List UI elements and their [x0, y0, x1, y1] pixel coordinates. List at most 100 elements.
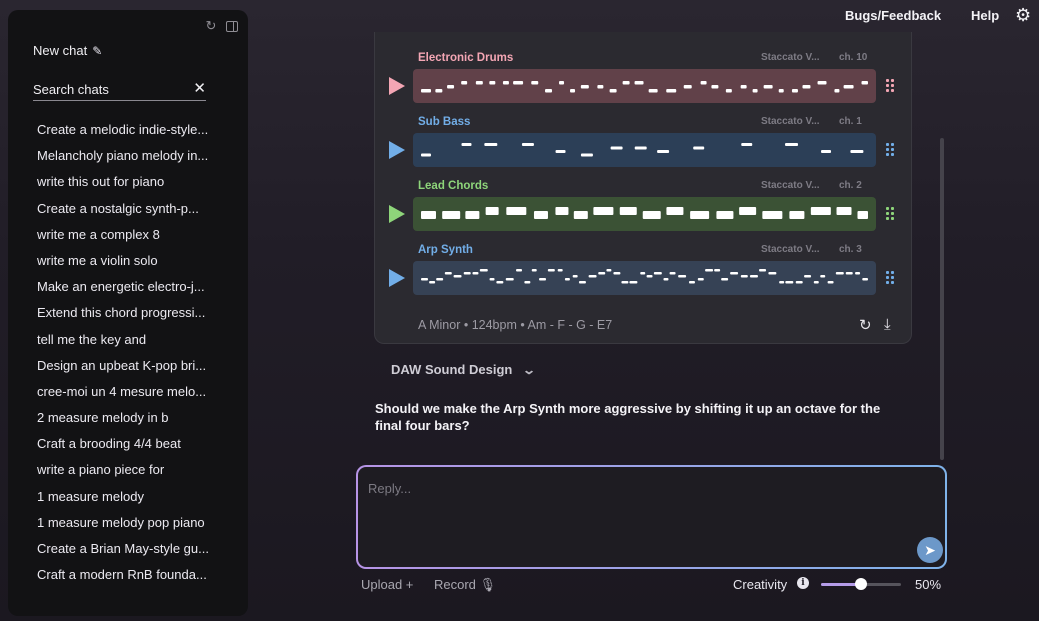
drag-dot	[886, 281, 889, 284]
midi-note	[613, 272, 621, 275]
record-button[interactable]: Record 🎙	[434, 577, 496, 593]
track-instrument[interactable]: Staccato V...	[761, 180, 820, 191]
midi-note	[453, 275, 462, 278]
drag-dot	[891, 271, 894, 274]
midi-note	[740, 275, 748, 278]
refresh-icon[interactable]: ↻	[204, 19, 218, 33]
midi-note	[648, 89, 658, 93]
bugs-feedback-link[interactable]: Bugs/Feedback	[845, 8, 941, 23]
midi-note	[580, 85, 589, 89]
midi-note	[721, 278, 729, 281]
midi-note	[666, 89, 677, 93]
midi-note	[502, 81, 509, 85]
piano-roll[interactable]	[413, 133, 876, 167]
regenerate-icon[interactable]: ↻	[859, 316, 872, 334]
play-icon[interactable]	[389, 141, 405, 159]
chat-history-item[interactable]: 1 measure melody	[37, 488, 212, 514]
midi-note	[810, 207, 831, 215]
midi-note	[472, 272, 479, 275]
drag-handle-icon[interactable]	[886, 143, 895, 156]
drag-handle-icon[interactable]	[886, 207, 895, 220]
midi-note	[678, 275, 687, 278]
chat-history-item[interactable]: Create a Brian May-style gu...	[37, 540, 212, 566]
chat-history-item[interactable]: tell me the key and	[37, 331, 212, 357]
midi-note	[436, 278, 444, 281]
drag-handle-icon[interactable]	[886, 79, 895, 92]
creativity-value: 50%	[915, 577, 942, 592]
midi-note	[802, 85, 811, 89]
chat-history-item[interactable]: Create a melodic indie-style...	[37, 121, 212, 147]
midi-note	[521, 143, 534, 146]
midi-note	[609, 89, 617, 93]
chat-history-list: Create a melodic indie-style... Melanchol…	[37, 121, 212, 592]
clear-search-icon[interactable]: ✕	[193, 80, 206, 98]
chat-history-item[interactable]: 2 measure melody in b	[37, 409, 212, 435]
send-button[interactable]: ➤	[917, 537, 943, 563]
reply-input[interactable]	[368, 481, 908, 561]
chat-history-item[interactable]: write this out for piano	[37, 173, 212, 199]
chat-history-item[interactable]: write me a violin solo	[37, 252, 212, 278]
midi-note	[759, 269, 767, 272]
piano-roll[interactable]	[413, 197, 876, 231]
chat-history-item[interactable]: 1 measure melody pop piano	[37, 514, 212, 540]
midi-note	[795, 281, 803, 284]
slider-thumb[interactable]	[855, 578, 867, 590]
midi-note	[861, 81, 868, 85]
chat-history-item[interactable]: Make an energetic electro-j...	[37, 278, 212, 304]
midi-note	[570, 89, 576, 93]
drag-dot	[886, 148, 889, 151]
search-chats-input[interactable]	[33, 80, 183, 98]
settings-gear-icon[interactable]: ⚙	[1015, 5, 1031, 26]
info-icon[interactable]: i	[797, 577, 809, 589]
drag-dot	[891, 89, 894, 92]
track-row: Lead Chords Staccato V... ch. 2	[375, 180, 913, 240]
play-icon[interactable]	[389, 205, 405, 223]
chat-history-item[interactable]: cree-moi un 4 mesure melo...	[37, 383, 212, 409]
play-icon[interactable]	[389, 269, 405, 287]
midi-note	[762, 211, 783, 219]
track-instrument[interactable]: Staccato V...	[761, 52, 820, 63]
song-info: A Minor • 124bpm • Am - F - G - E7	[418, 318, 613, 332]
track-instrument[interactable]: Staccato V...	[761, 244, 820, 255]
midi-note	[573, 211, 588, 219]
chat-history-item[interactable]: Melancholy piano melody in...	[37, 147, 212, 173]
drag-handle-icon[interactable]	[886, 271, 895, 284]
midi-note	[730, 272, 739, 275]
daw-sound-design-expander[interactable]: DAW Sound Design ⌄	[391, 362, 537, 377]
help-link[interactable]: Help	[971, 8, 999, 23]
chat-history-item[interactable]: Craft a modern RnB founda...	[37, 566, 212, 592]
midi-note	[716, 211, 734, 219]
chat-scrollbar[interactable]	[940, 138, 944, 460]
download-icon[interactable]: ⤓	[884, 316, 891, 333]
midi-note	[857, 211, 868, 219]
midi-note	[531, 81, 539, 85]
drag-dot	[891, 84, 894, 87]
midi-note	[845, 272, 853, 275]
midi-note	[516, 269, 523, 272]
drag-dot	[886, 217, 889, 220]
upload-button[interactable]: Upload +	[361, 577, 413, 592]
midi-note	[789, 211, 805, 219]
play-icon[interactable]	[389, 77, 405, 95]
midi-note	[531, 269, 537, 272]
track-instrument[interactable]: Staccato V...	[761, 116, 820, 127]
midi-note	[421, 211, 436, 219]
chevron-down-icon: ⌄	[522, 362, 537, 377]
midi-note	[506, 207, 527, 215]
chat-history-item[interactable]: Extend this chord progressi...	[37, 304, 212, 330]
creativity-slider[interactable]	[821, 578, 901, 590]
drag-dot	[886, 89, 889, 92]
expander-label: DAW Sound Design	[391, 362, 513, 377]
toggle-sidebar-icon[interactable]	[226, 21, 238, 32]
new-chat-button[interactable]: New chat ✎	[33, 43, 102, 58]
piano-roll[interactable]	[413, 261, 876, 295]
piano-roll[interactable]	[413, 69, 876, 103]
midi-note	[461, 81, 468, 85]
chat-history-item[interactable]: Craft a brooding 4/4 beat	[37, 435, 212, 461]
chat-history-item[interactable]: Design an upbeat K-pop bri...	[37, 357, 212, 383]
drag-dot	[891, 276, 894, 279]
chat-history-item[interactable]: write me a complex 8	[37, 226, 212, 252]
chat-history-item[interactable]: write a piano piece for	[37, 461, 212, 487]
search-chats: ✕	[33, 80, 206, 101]
chat-history-item[interactable]: Create a nostalgic synth-p...	[37, 200, 212, 226]
